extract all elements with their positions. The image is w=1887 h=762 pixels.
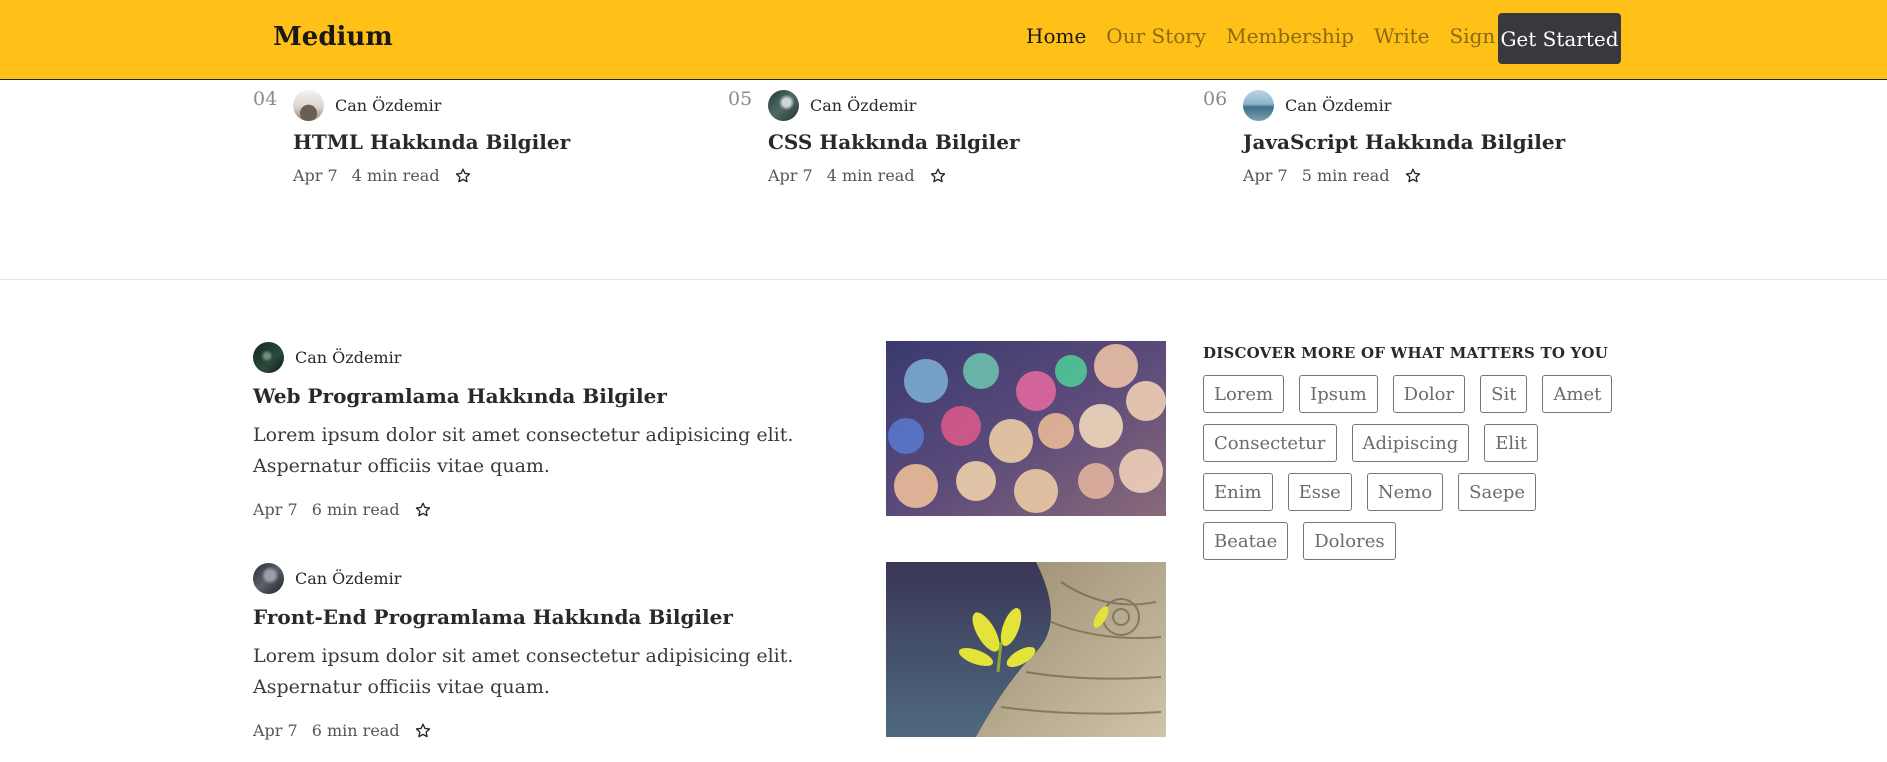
get-started-button[interactable]: Get Started [1498,13,1621,64]
avatar [1243,90,1274,121]
tag-beatae[interactable]: Beatae [1203,522,1289,560]
tag-saepe[interactable]: Saepe [1458,473,1537,511]
post-meta: Apr 7 4 min read [293,166,472,185]
avatar [768,90,799,121]
post-excerpt: Lorem ipsum dolor sit amet consectetur a… [253,424,794,477]
post-author[interactable]: Can Özdemir [253,563,401,594]
nav-home[interactable]: Home [1026,24,1086,48]
post-date: Apr 7 [253,721,298,740]
site-logo[interactable]: Medium [273,22,393,52]
tag-sit[interactable]: Sit [1480,375,1528,413]
tag-amet[interactable]: Amet [1542,375,1613,413]
post-meta: Apr 7 4 min read [768,166,947,185]
bookmark-star-icon[interactable] [414,501,432,519]
trending-number: 04 [253,88,278,110]
topic-tags: Lorem Ipsum Dolor Sit Amet Consectetur A… [1203,375,1633,571]
read-time: 4 min read [826,166,915,185]
bookmark-star-icon[interactable] [1404,167,1422,185]
post-title[interactable]: JavaScript Hakkında Bilgiler [1243,130,1565,154]
tag-enim[interactable]: Enim [1203,473,1273,511]
tag-dolor[interactable]: Dolor [1392,375,1466,413]
tag-esse[interactable]: Esse [1287,473,1352,511]
nav-our-story[interactable]: Our Story [1106,24,1206,48]
post-title[interactable]: Web Programlama Hakkında Bilgiler [253,384,667,408]
trending-number: 06 [1203,88,1228,110]
tag-nemo[interactable]: Nemo [1366,473,1444,511]
tag-adipiscing[interactable]: Adipiscing [1351,424,1470,462]
tag-elit[interactable]: Elit [1484,424,1539,462]
section-divider [0,279,1887,280]
tag-ipsum[interactable]: Ipsum [1299,375,1378,413]
sprout-on-stump-image [886,562,1166,737]
post-date: Apr 7 [1243,166,1288,185]
trending-number: 05 [728,88,753,110]
post-title[interactable]: HTML Hakkında Bilgiler [293,130,570,154]
post-thumbnail[interactable] [886,341,1166,516]
bookmark-star-icon[interactable] [454,167,472,185]
avatar [253,342,284,373]
post-author[interactable]: Can Özdemir [1243,90,1391,121]
avatar [293,90,324,121]
nav-membership[interactable]: Membership [1226,24,1354,48]
post-excerpt: Lorem ipsum dolor sit amet consectetur a… [253,645,794,698]
nav-write[interactable]: Write [1374,24,1430,48]
read-time: 4 min read [351,166,440,185]
post-date: Apr 7 [768,166,813,185]
post-date: Apr 7 [253,500,298,519]
post-meta: Apr 7 5 min read [1243,166,1422,185]
avatar [253,563,284,594]
read-time: 6 min read [311,500,400,519]
tag-dolores[interactable]: Dolores [1303,522,1396,560]
bookmark-star-icon[interactable] [414,722,432,740]
site-header: Medium Home Our Story Membership Write S… [0,0,1887,80]
author-name: Can Özdemir [810,96,917,115]
bookmark-star-icon[interactable] [929,167,947,185]
post-title[interactable]: CSS Hakkında Bilgiler [768,130,1019,154]
trending-item[interactable]: 05 Can Özdemir CSS Hakkında Bilgiler Apr… [728,88,1188,198]
post-date: Apr 7 [293,166,338,185]
feed-post[interactable]: Can Özdemir Web Programlama Hakkında Bil… [253,341,1173,542]
author-name: Can Özdemir [295,569,402,588]
post-author[interactable]: Can Özdemir [768,90,916,121]
author-name: Can Özdemir [295,348,402,367]
author-name: Can Özdemir [335,96,442,115]
trending-item[interactable]: 06 Can Özdemir JavaScript Hakkında Bilgi… [1203,88,1663,198]
post-author[interactable]: Can Özdemir [293,90,441,121]
bokeh-lights-image [886,341,1166,516]
feed-post[interactable]: Can Özdemir Front-End Programlama Hakkın… [253,562,1173,762]
tag-lorem[interactable]: Lorem [1203,375,1285,413]
tag-consectetur[interactable]: Consectetur [1203,424,1337,462]
discover-heading: DISCOVER MORE OF WHAT MATTERS TO YOU [1203,344,1608,362]
post-thumbnail[interactable] [886,562,1166,737]
post-meta: Apr 7 6 min read [253,500,432,519]
post-meta: Apr 7 6 min read [253,721,432,740]
post-title[interactable]: Front-End Programlama Hakkında Bilgiler [253,605,733,629]
main-nav: Home Our Story Membership Write Sign In [1026,24,1542,48]
trending-item[interactable]: 04 Can Özdemir HTML Hakkında Bilgiler Ap… [253,88,713,198]
read-time: 6 min read [311,721,400,740]
post-author[interactable]: Can Özdemir [253,342,401,373]
read-time: 5 min read [1301,166,1390,185]
author-name: Can Özdemir [1285,96,1392,115]
